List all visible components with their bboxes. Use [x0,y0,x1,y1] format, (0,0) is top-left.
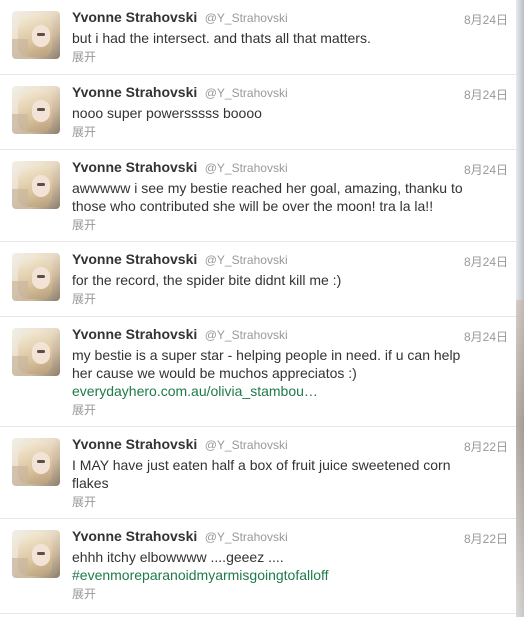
tweet-text: awwwww i see my bestie reached her goal,… [72,179,468,215]
avatar[interactable] [12,530,60,578]
tweet-timestamp[interactable]: 8月24日 [464,253,508,270]
avatar[interactable] [12,328,60,376]
window-edge [516,0,524,617]
author-handle[interactable]: @Y_Strahovski [205,438,288,452]
expand-link[interactable]: 展开 [72,48,96,65]
author-name[interactable]: Yvonne Strahovski [72,326,197,342]
tweet-header: Yvonne Strahovski @Y_Strahovski [72,326,288,344]
author-handle[interactable]: @Y_Strahovski [205,530,288,544]
tweet-text: my bestie is a super star - helping peop… [72,346,468,400]
tweet-timestamp[interactable]: 8月24日 [464,161,508,178]
tweet-item[interactable]: Yvonne Strahovski @Y_Strahovski 8月24日 aw… [0,150,516,242]
tweet-text-body: I MAY have just eaten half a box of frui… [72,457,451,491]
expand-link[interactable]: 展开 [72,585,96,602]
avatar[interactable] [12,86,60,134]
tweet-item[interactable]: Yvonne Strahovski @Y_Strahovski 8月24日 my… [0,317,516,427]
tweet-text-body: for the record, the spider bite didnt ki… [72,272,342,288]
author-name[interactable]: Yvonne Strahovski [72,436,197,452]
author-handle[interactable]: @Y_Strahovski [205,161,288,175]
tweet-text: but i had the intersect. and thats all t… [72,29,468,47]
expand-link[interactable]: 展开 [72,401,96,418]
author-name[interactable]: Yvonne Strahovski [72,84,197,100]
tweet-item[interactable]: Yvonne Strahovski @Y_Strahovski 8月24日 fo… [0,242,516,317]
tweet-header: Yvonne Strahovski @Y_Strahovski [72,528,288,546]
tweet-item[interactable]: Yvonne Strahovski @Y_Strahovski 8月24日 no… [0,75,516,150]
tweet-text-body: my bestie is a super star - helping peop… [72,347,461,381]
avatar[interactable] [12,161,60,209]
tweet-text-body: ehhh itchy elbowwww ....geeez .... [72,549,284,565]
expand-link[interactable]: 展开 [72,290,96,307]
tweet-text: I MAY have just eaten half a box of frui… [72,456,468,492]
avatar[interactable] [12,438,60,486]
tweet-link[interactable]: everydayhero.com.au/olivia_stambou… [72,383,318,399]
tweet-timestamp[interactable]: 8月22日 [464,530,508,547]
expand-link[interactable]: 展开 [72,216,96,233]
author-name[interactable]: Yvonne Strahovski [72,251,197,267]
tweet-header: Yvonne Strahovski @Y_Strahovski [72,9,288,27]
author-name[interactable]: Yvonne Strahovski [72,9,197,25]
avatar[interactable] [12,11,60,59]
author-handle[interactable]: @Y_Strahovski [205,11,288,25]
expand-link[interactable]: 展开 [72,493,96,510]
tweet-timestamp[interactable]: 8月24日 [464,328,508,345]
tweet-timestamp[interactable]: 8月24日 [464,11,508,28]
tweet-text: ehhh itchy elbowwww ....geeez .... #even… [72,548,468,584]
hashtag-link[interactable]: #evenmoreparanoidmyarmisgoingtofalloff [72,567,329,583]
author-name[interactable]: Yvonne Strahovski [72,528,197,544]
tweet-item[interactable]: Yvonne Strahovski @Y_Strahovski 8月22日 eh… [0,519,516,614]
tweet-text-body: awwwww i see my bestie reached her goal,… [72,180,463,214]
tweet-item[interactable]: Yvonne Strahovski @Y_Strahovski 8月24日 bu… [0,0,516,75]
tweet-header: Yvonne Strahovski @Y_Strahovski [72,436,288,454]
author-name[interactable]: Yvonne Strahovski [72,159,197,175]
tweet-item[interactable]: Yvonne Strahovski @Y_Strahovski 8月22日 I … [0,427,516,519]
author-handle[interactable]: @Y_Strahovski [205,253,288,267]
tweet-text-body: nooo super powersssss boooo [72,105,262,121]
author-handle[interactable]: @Y_Strahovski [205,328,288,342]
avatar[interactable] [12,253,60,301]
tweet-timeline: Yvonne Strahovski @Y_Strahovski 8月24日 bu… [0,0,517,617]
tweet-header: Yvonne Strahovski @Y_Strahovski [72,251,288,269]
tweet-text-body: but i had the intersect. and thats all t… [72,30,371,46]
author-handle[interactable]: @Y_Strahovski [205,86,288,100]
tweet-timestamp[interactable]: 8月24日 [464,86,508,103]
tweet-text: nooo super powersssss boooo [72,104,468,122]
tweet-timestamp[interactable]: 8月22日 [464,438,508,455]
tweet-header: Yvonne Strahovski @Y_Strahovski [72,159,288,177]
tweet-text: for the record, the spider bite didnt ki… [72,271,468,289]
tweet-header: Yvonne Strahovski @Y_Strahovski [72,84,288,102]
expand-link[interactable]: 展开 [72,123,96,140]
